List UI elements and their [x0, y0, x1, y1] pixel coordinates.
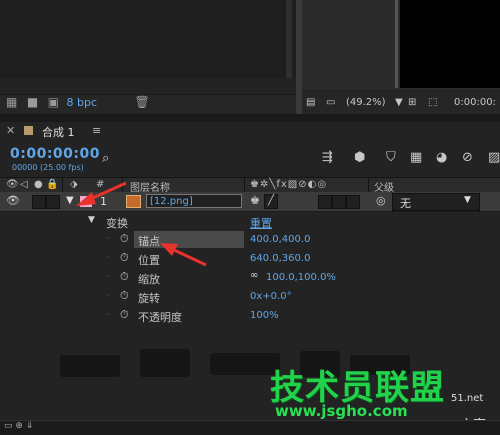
arrow-to-layer [76, 181, 127, 206]
annotation-arrows [76, 181, 207, 267]
arrow-to-anchor [160, 243, 207, 267]
